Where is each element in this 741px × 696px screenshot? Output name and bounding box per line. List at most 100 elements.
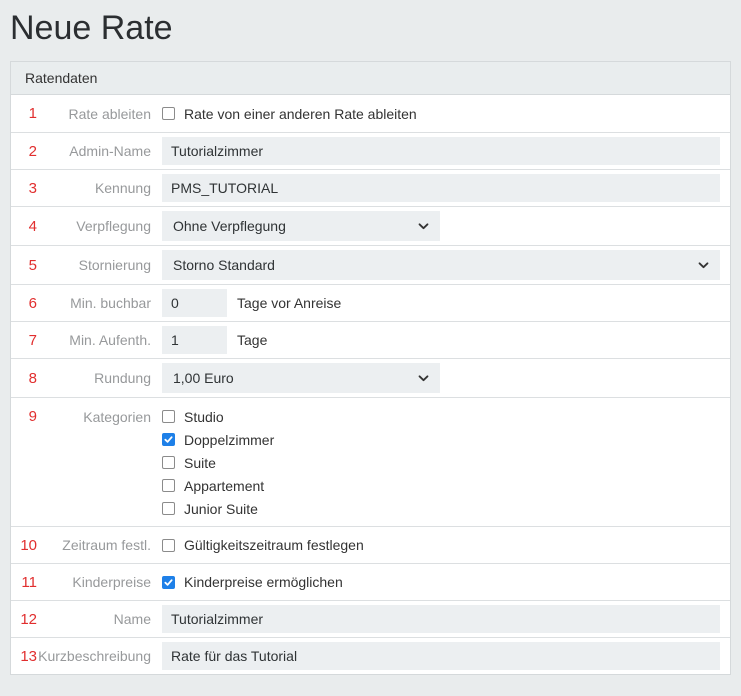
checkbox-label: Suite	[184, 454, 216, 471]
suite-checkbox[interactable]	[162, 456, 175, 470]
row-number: 10	[20, 536, 37, 554]
verpflegung-select[interactable]: Ohne Verpflegung	[162, 211, 440, 242]
row-number: 9	[28, 408, 37, 426]
row-number: 5	[28, 256, 37, 274]
chevron-down-icon	[418, 222, 429, 230]
checkbox-label: Rate von einer anderen Rate ableiten	[184, 105, 417, 122]
checkbox-label: Junior Suite	[184, 500, 258, 517]
checkbox-label: Doppelzimmer	[184, 431, 275, 448]
field-suffix: Tage vor Anreise	[237, 295, 342, 312]
kategorie-item-appartement: Appartement	[162, 474, 264, 497]
checkbox-label: Gültigkeitszeitraum festlegen	[184, 537, 364, 554]
junior-suite-checkbox[interactable]	[162, 502, 175, 516]
row-label-cell: 1 Rate ableiten	[11, 105, 151, 122]
row-content-cell: Storno Standard	[151, 246, 730, 284]
row-label-cell: 2 Admin-Name	[11, 143, 151, 160]
kinderpreise-checkbox[interactable]	[162, 575, 175, 589]
row-content-cell: Tage	[151, 322, 730, 358]
row-label-cell: 12 Name	[11, 611, 151, 628]
form-row-kategorien: 9 Kategorien Studio Doppelzimmer Suite A…	[11, 397, 730, 527]
studio-checkbox[interactable]	[162, 410, 175, 424]
row-label-cell: 8 Rundung	[11, 370, 151, 387]
kennung-input[interactable]	[162, 174, 720, 203]
row-number: 4	[28, 217, 37, 235]
row-content-cell	[151, 601, 730, 637]
field-label: Kurzbeschreibung	[38, 648, 151, 665]
checkbox-label: Studio	[184, 408, 224, 425]
row-label-cell: 7 Min. Aufenth.	[11, 332, 151, 349]
row-label-cell: 3 Kennung	[11, 180, 151, 197]
select-value: 1,00 Euro	[173, 370, 234, 387]
row-content-cell: Ohne Verpflegung	[151, 207, 730, 245]
row-label-cell: 9 Kategorien	[11, 398, 151, 425]
kurzbeschreibung-input[interactable]	[162, 642, 720, 671]
select-value: Storno Standard	[173, 257, 275, 274]
rundung-select[interactable]: 1,00 Euro	[162, 363, 440, 394]
rate-ableiten-checkbox[interactable]	[162, 107, 175, 121]
kategorie-item-suite: Suite	[162, 451, 216, 474]
row-content-cell: 1,00 Euro	[151, 359, 730, 397]
form-row-kennung: 3 Kennung	[11, 169, 730, 207]
form-row-verpflegung: 4 Verpflegung Ohne Verpflegung	[11, 206, 730, 246]
row-label-cell: 10 Zeitraum festl.	[11, 537, 151, 554]
row-content-cell: Tage vor Anreise	[151, 285, 730, 321]
min-buchbar-input[interactable]	[162, 289, 227, 318]
row-label-cell: 6 Min. buchbar	[11, 295, 151, 312]
row-label-cell: 5 Stornierung	[11, 257, 151, 274]
field-label: Verpflegung	[76, 218, 151, 235]
row-number: 7	[28, 331, 37, 349]
kategorie-item-junior-suite: Junior Suite	[162, 497, 258, 520]
form-row-min-aufenthalt: 7 Min. Aufenth. Tage	[11, 321, 730, 359]
form-row-stornierung: 5 Stornierung Storno Standard	[11, 245, 730, 285]
check-icon	[164, 436, 173, 443]
kategorie-item-doppelzimmer: Doppelzimmer	[162, 428, 274, 451]
field-suffix: Tage	[237, 332, 268, 349]
field-label: Min. buchbar	[70, 295, 151, 312]
checkbox-label: Appartement	[184, 477, 265, 494]
form-row-rundung: 8 Rundung 1,00 Euro	[11, 358, 730, 398]
appartement-checkbox[interactable]	[162, 479, 175, 493]
field-label: Rundung	[94, 370, 151, 387]
field-label: Zeitraum festl.	[62, 537, 151, 554]
row-content-cell: Rate von einer anderen Rate ableiten	[151, 102, 730, 126]
row-label-cell: 11 Kinderpreise	[11, 574, 151, 591]
form-row-zeitraum: 10 Zeitraum festl. Gültigkeitszeitraum f…	[11, 526, 730, 564]
field-label: Admin-Name	[69, 143, 151, 160]
row-label-cell: 13 Kurzbeschreibung	[11, 648, 151, 665]
chevron-down-icon	[698, 261, 709, 269]
row-number: 11	[21, 573, 37, 591]
form-row-name: 12 Name	[11, 600, 730, 638]
row-number: 8	[28, 369, 37, 387]
row-content-cell	[151, 638, 730, 674]
stornierung-select[interactable]: Storno Standard	[162, 250, 720, 281]
field-label: Stornierung	[78, 257, 151, 274]
min-aufenthalt-input[interactable]	[162, 326, 227, 355]
kategorie-item-studio: Studio	[162, 405, 224, 428]
form-row-admin-name: 2 Admin-Name	[11, 132, 730, 170]
form-row-rate-ableiten: 1 Rate ableiten Rate von einer anderen R…	[11, 95, 730, 133]
row-number: 6	[28, 294, 37, 312]
form-row-min-buchbar: 6 Min. buchbar Tage vor Anreise	[11, 284, 730, 322]
field-label: Min. Aufenth.	[69, 332, 151, 349]
admin-name-input[interactable]	[162, 137, 720, 166]
checkbox-label: Kinderpreise ermöglichen	[184, 574, 343, 591]
row-number: 3	[28, 179, 37, 197]
row-label-cell: 4 Verpflegung	[11, 218, 151, 235]
select-value: Ohne Verpflegung	[173, 218, 286, 235]
field-label: Kinderpreise	[72, 574, 151, 591]
row-number: 2	[28, 142, 37, 160]
doppelzimmer-checkbox[interactable]	[162, 433, 175, 447]
page-title: Neue Rate	[10, 9, 173, 47]
form-row-kurzbeschreibung: 13 Kurzbeschreibung	[11, 637, 730, 675]
row-content-cell	[151, 170, 730, 206]
zeitraum-checkbox[interactable]	[162, 538, 175, 552]
row-number: 13	[20, 647, 37, 665]
field-label: Kennung	[94, 180, 151, 197]
row-content-cell	[151, 133, 730, 169]
name-input[interactable]	[162, 605, 720, 634]
kategorien-list: Studio Doppelzimmer Suite Appartement Ju…	[151, 398, 730, 526]
field-label: Name	[113, 611, 151, 628]
row-number: 1	[28, 105, 37, 123]
panel-header: Ratendaten	[11, 62, 730, 96]
form-row-kinderpreise: 11 Kinderpreise Kinderpreise ermöglichen	[11, 563, 730, 601]
